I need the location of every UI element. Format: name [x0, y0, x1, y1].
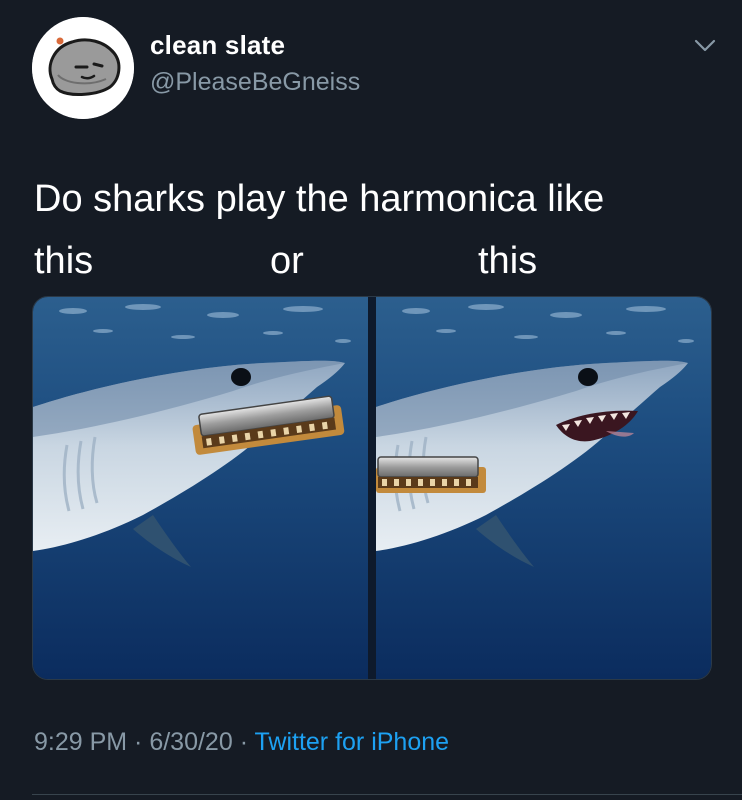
tweet-date[interactable]: 6/30/20 [149, 728, 232, 756]
media-image-right[interactable] [376, 297, 711, 679]
tweet-word-this-2: this [478, 240, 538, 282]
tweet-source-link[interactable]: Twitter for iPhone [255, 728, 450, 756]
avatar[interactable] [32, 17, 134, 119]
tweet-time[interactable]: 9:29 PM [34, 728, 127, 756]
chevron-down-icon[interactable] [694, 38, 716, 54]
media-image-left[interactable] [33, 297, 368, 679]
tweet-meta: 9:29 PM · 6/30/20 · Twitter for iPhone [34, 728, 449, 757]
divider [32, 794, 742, 795]
tweet-word-or: or [270, 240, 304, 282]
tweet: clean slate @PleaseBeGneiss Do sharks pl… [0, 0, 742, 800]
author-handle[interactable]: @PleaseBeGneiss [150, 68, 360, 97]
tweet-media[interactable] [32, 296, 712, 680]
author-display-name[interactable]: clean slate [150, 30, 285, 61]
meta-separator: · [127, 728, 150, 756]
shark-harmonica-mouth-image [33, 297, 368, 679]
meta-separator: · [232, 728, 255, 756]
tweet-word-this-1: this [34, 240, 94, 282]
tweet-text-line-1: Do sharks play the harmonica like [34, 178, 605, 220]
tweet-text: Do sharks play the harmonica like this o… [34, 168, 605, 282]
rock-face-avatar-icon [32, 17, 134, 119]
shark-harmonica-gills-image [376, 297, 711, 679]
